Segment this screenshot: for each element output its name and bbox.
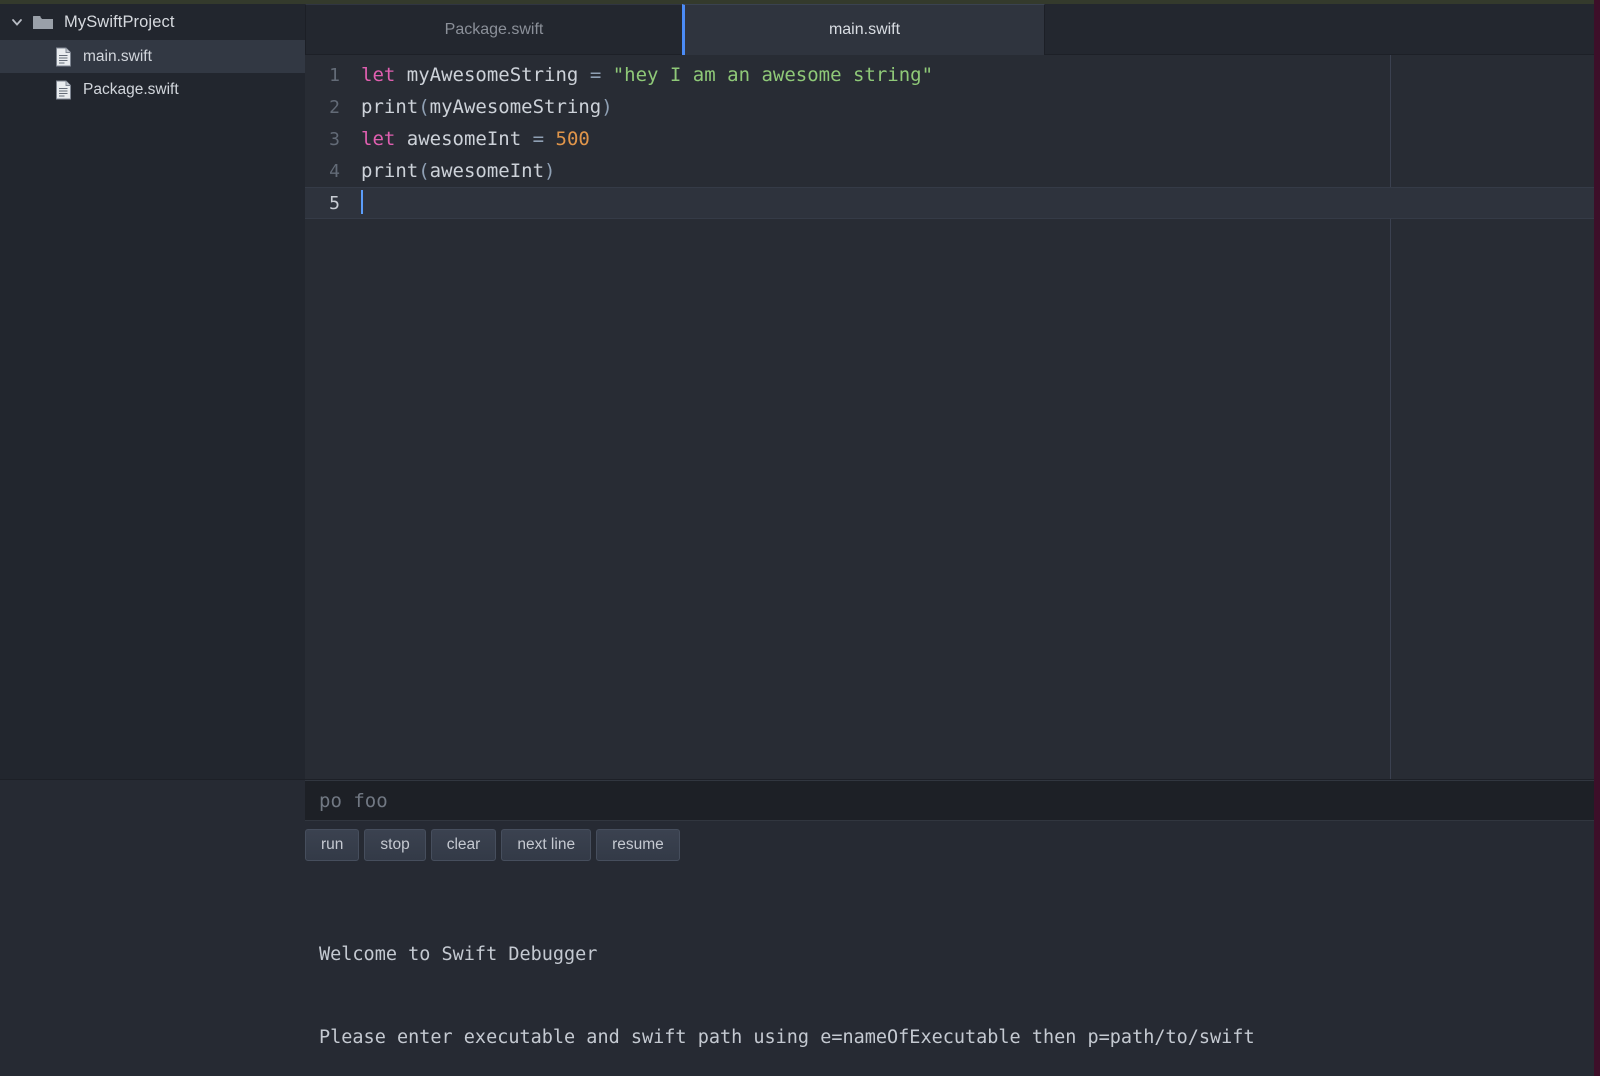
clear-button[interactable]: clear [430,829,497,861]
token-function: print [361,160,419,182]
token-keyword: let [361,64,396,86]
code-line-text: print(awesomeInt) [360,160,556,182]
console-output-line: Please enter executable and swift path u… [319,1026,1255,1048]
chevron-down-icon[interactable] [8,13,26,31]
tab-label: Package.swift [444,20,544,38]
code-lines: 1 let myAwesomeString = "hey I am an awe… [305,55,1594,219]
code-line-text: print(myAwesomeString) [360,96,613,118]
token-function: print [361,96,419,118]
token-identifier: myAwesomeString [429,96,602,118]
token-punctuation: ( [418,96,430,118]
token-identifier: awesomeInt [406,128,522,150]
file-document-icon [55,47,72,67]
debugger-panel: run stop clear next line resume Welcome … [0,779,1594,1076]
token-punctuation: ( [418,160,430,182]
token-operator: = [532,128,545,150]
tab-main-swift[interactable]: main.swift [682,4,1045,55]
project-root-row[interactable]: MySwiftProject [0,4,305,40]
project-name: MySwiftProject [64,12,175,31]
file-document-icon [55,80,72,100]
token-number: 500 [555,128,590,150]
editor-column: Package.swift main.swift 1 let myAwesome… [305,0,1594,779]
code-line[interactable]: 3 let awesomeInt = 500 [305,123,1594,155]
token-string: "hey I am an awesome string" [612,64,934,86]
code-line-text: let awesomeInt = 500 [360,128,590,150]
line-number: 2 [329,96,340,118]
text-caret [361,190,363,214]
sidebar-file-label: main.swift [83,47,152,65]
ide-window: MySwiftProject main.swift Package.swift … [0,0,1600,1076]
line-number: 5 [329,192,340,214]
token-keyword: let [361,128,396,150]
tab-label: main.swift [828,21,901,38]
folder-icon [32,13,54,31]
debugger-output: Welcome to Swift Debugger Please enter e… [305,869,1594,1076]
stop-button[interactable]: stop [364,829,426,861]
run-button[interactable]: run [305,829,360,861]
editor-tab-bar: Package.swift main.swift [305,0,1594,55]
code-line-text: let myAwesomeString = "hey I am an aweso… [360,64,933,86]
token-punctuation: ) [544,160,556,182]
top-region: MySwiftProject main.swift Package.swift … [0,0,1594,779]
code-line-text [360,190,363,215]
code-line[interactable]: 1 let myAwesomeString = "hey I am an awe… [305,59,1594,91]
line-number: 3 [329,128,340,150]
line-number: 1 [329,64,340,86]
code-line[interactable]: 2 print(myAwesomeString) [305,91,1594,123]
sidebar-file-package-swift[interactable]: Package.swift [0,73,305,106]
console-output-line: Welcome to Swift Debugger [319,944,598,965]
code-line[interactable]: 4 print(awesomeInt) [305,155,1594,187]
token-identifier: awesomeInt [429,160,545,182]
debugger-command-input[interactable] [305,781,1594,820]
debugger-input-row [305,780,1594,821]
token-punctuation: ) [601,96,613,118]
debugger-button-row: run stop clear next line resume [305,821,1594,869]
project-sidebar: MySwiftProject main.swift Package.swift [0,0,305,779]
resume-button[interactable]: resume [596,829,680,861]
sidebar-file-main-swift[interactable]: main.swift [0,40,305,73]
token-operator: = [589,64,602,86]
token-identifier: myAwesomeString [406,64,579,86]
next-line-button[interactable]: next line [501,829,592,861]
code-line-current[interactable]: 5 [305,187,1594,219]
line-number: 4 [329,160,340,182]
tab-package-swift[interactable]: Package.swift [305,4,682,55]
tab-bar-empty-space [1045,4,1594,55]
code-editor[interactable]: 1 let myAwesomeString = "hey I am an awe… [305,55,1594,779]
sidebar-file-label: Package.swift [83,80,179,98]
